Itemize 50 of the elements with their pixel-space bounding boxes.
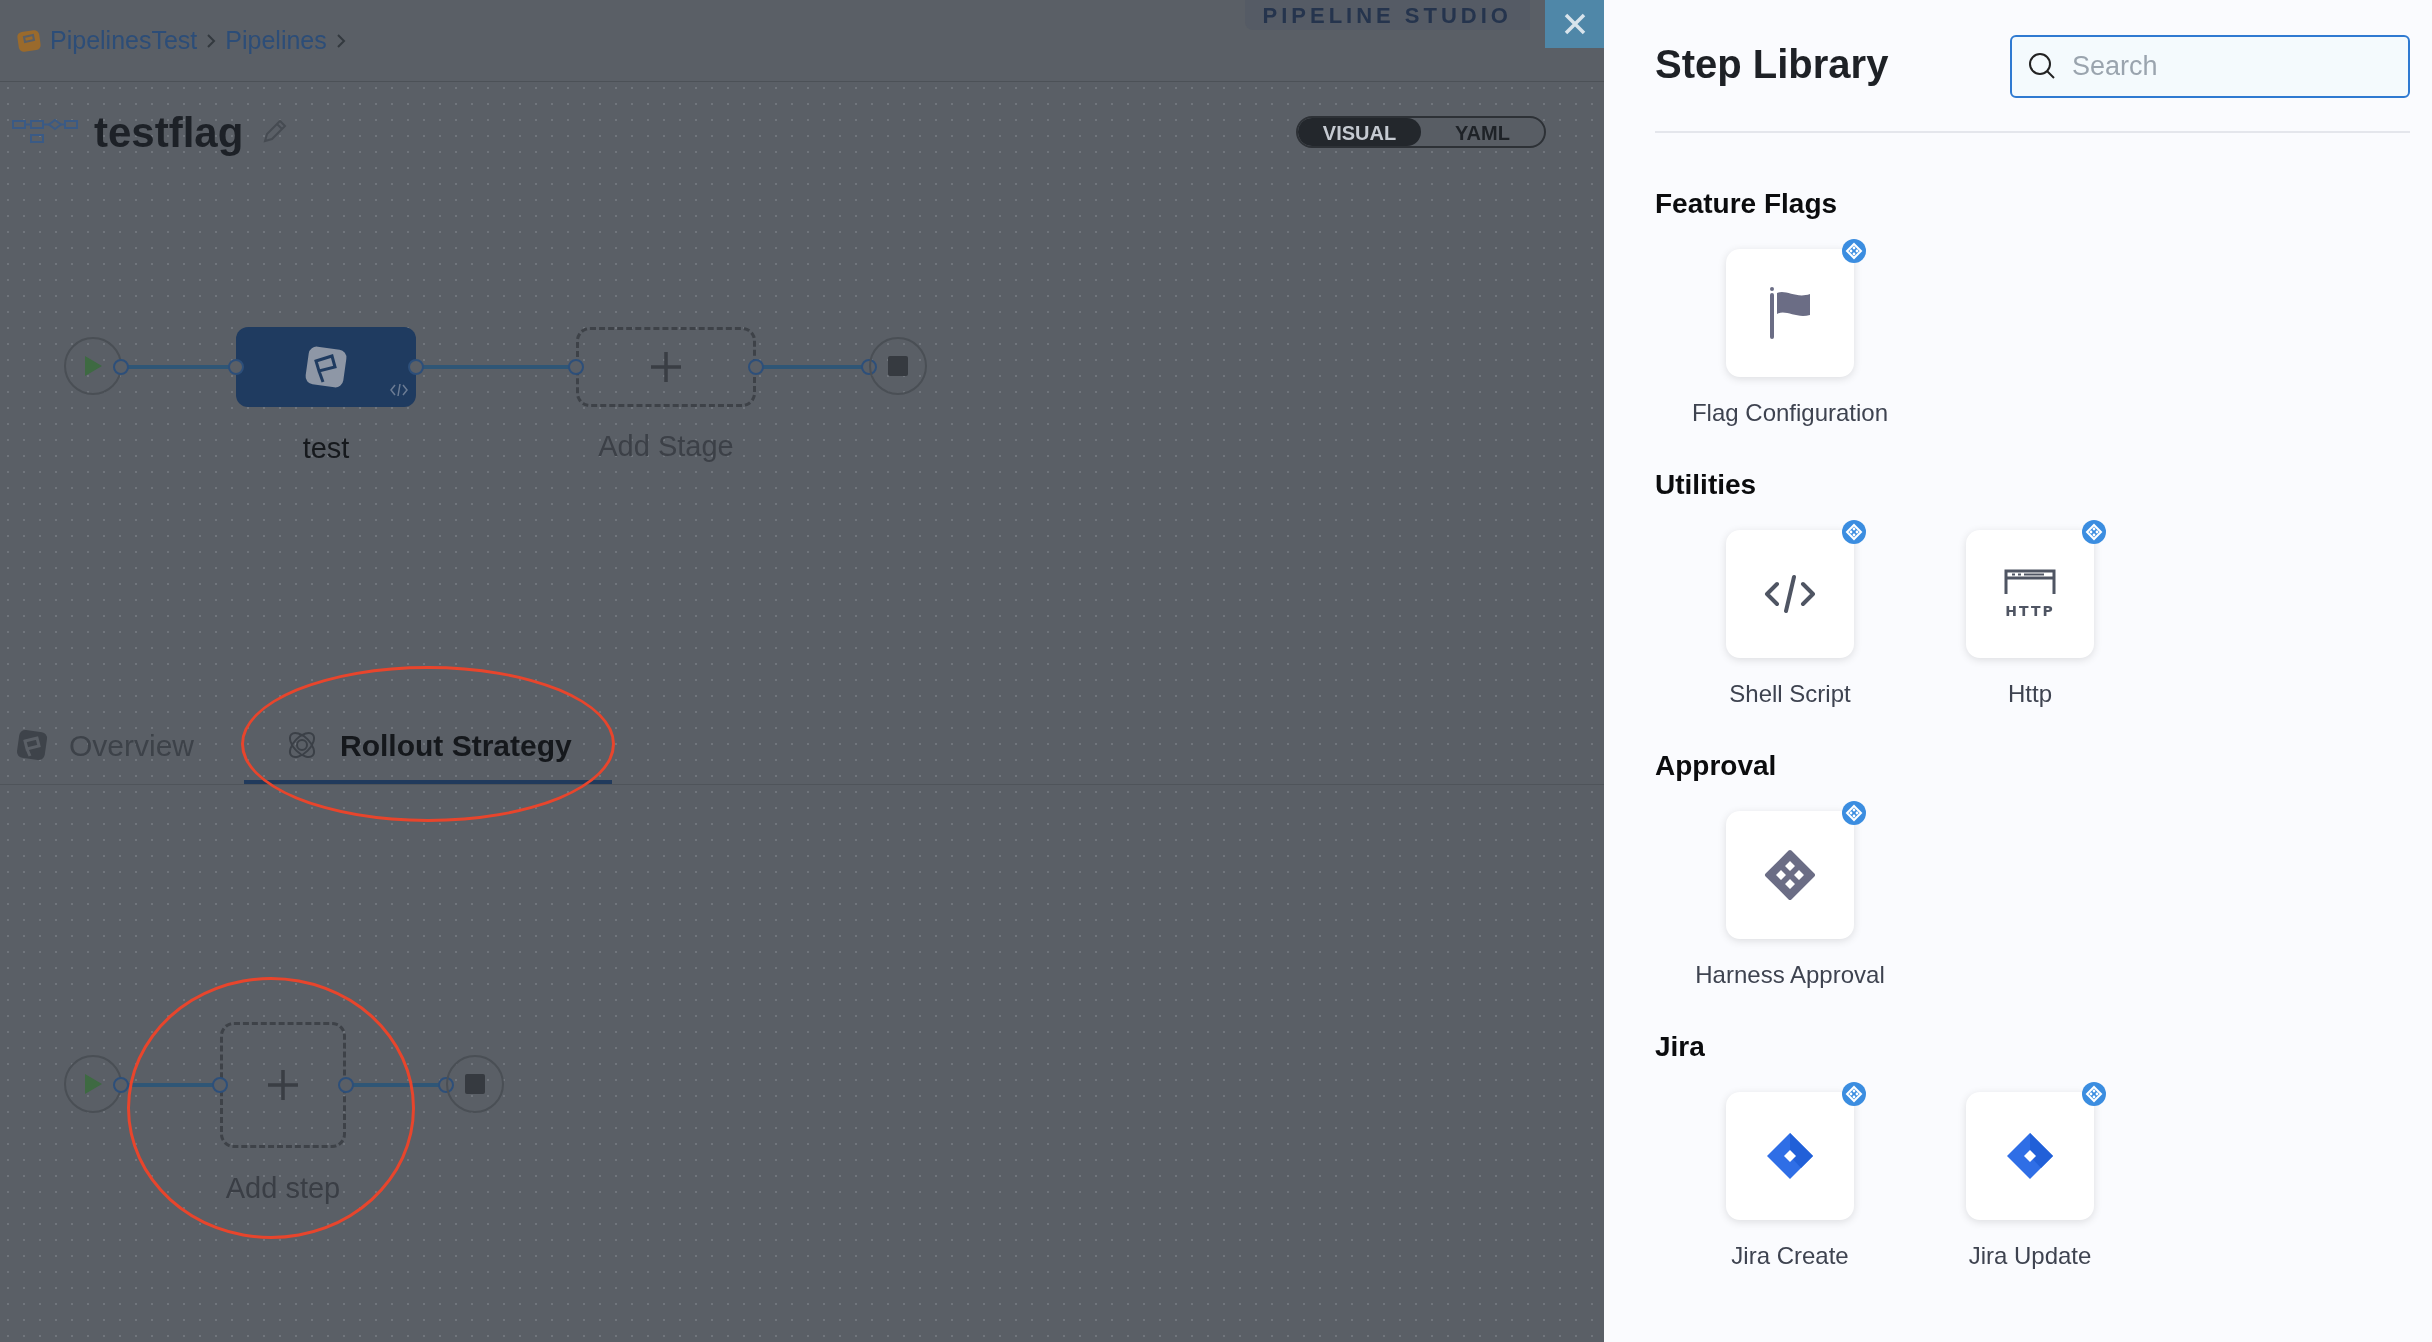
- step-card[interactable]: [1966, 1092, 2094, 1220]
- stop-icon: [888, 356, 908, 376]
- step-name: Jira Update: [1968, 1241, 2092, 1271]
- template-badge-icon: [1842, 801, 1866, 825]
- pipeline-icon: [12, 119, 78, 145]
- step-name: Jira Create: [1731, 1241, 1849, 1271]
- stage-tab[interactable]: Rollout Strategy: [244, 710, 612, 784]
- section-title: Utilities: [1655, 468, 1758, 502]
- step-card[interactable]: [1726, 249, 1854, 377]
- stage-node[interactable]: [236, 327, 416, 407]
- template-badge-icon: [1842, 1082, 1866, 1106]
- step-card[interactable]: [1726, 1092, 1854, 1220]
- pipeline-name: testflag: [94, 107, 244, 158]
- step-card[interactable]: [1726, 811, 1854, 939]
- diamond-icon: [1765, 1131, 1815, 1181]
- step-card[interactable]: [1726, 530, 1854, 658]
- section-title: Feature Flags: [1655, 187, 1839, 221]
- view-tab[interactable]: VISUAL: [1298, 118, 1421, 146]
- plus-icon: [649, 350, 683, 384]
- section-title: Jira: [1655, 1030, 1706, 1064]
- panel-title: Step Library: [1655, 41, 1889, 88]
- template-badge-icon: [1842, 239, 1866, 263]
- chevron-icon: [334, 32, 347, 49]
- step-name: Harness Approval: [1695, 960, 1885, 990]
- stage-name: test: [301, 431, 351, 466]
- step-card[interactable]: HTTP: [1966, 530, 2094, 658]
- template-badge-icon: [2082, 520, 2106, 544]
- flag-icon: [15, 728, 49, 762]
- code-icon: [390, 383, 408, 397]
- chevron-icon: [205, 32, 218, 49]
- close-button[interactable]: [1545, 0, 1604, 48]
- step-name: Http: [2008, 679, 2052, 709]
- diamond-icon: [2005, 1131, 2055, 1181]
- template-badge-icon: [1842, 520, 1866, 544]
- search-field[interactable]: Search: [2010, 35, 2410, 98]
- play-icon: [83, 1073, 103, 1095]
- diamond-grid-icon: [1764, 849, 1816, 901]
- view-tab[interactable]: YAML: [1421, 118, 1544, 146]
- search-icon: [2028, 52, 2056, 80]
- flag-icon: [1768, 287, 1812, 339]
- step-name: Shell Script: [1729, 679, 1851, 709]
- plus-icon: [266, 1068, 300, 1102]
- template-badge-icon: [2082, 1082, 2106, 1106]
- section-title: Approval: [1655, 749, 1778, 783]
- project-logo-icon: [16, 27, 42, 54]
- step-name: Flag Configuration: [1691, 398, 1889, 428]
- stop-icon: [465, 1074, 485, 1094]
- play-icon: [83, 355, 103, 377]
- code-icon: [1764, 574, 1816, 614]
- close-icon: [1562, 12, 1587, 36]
